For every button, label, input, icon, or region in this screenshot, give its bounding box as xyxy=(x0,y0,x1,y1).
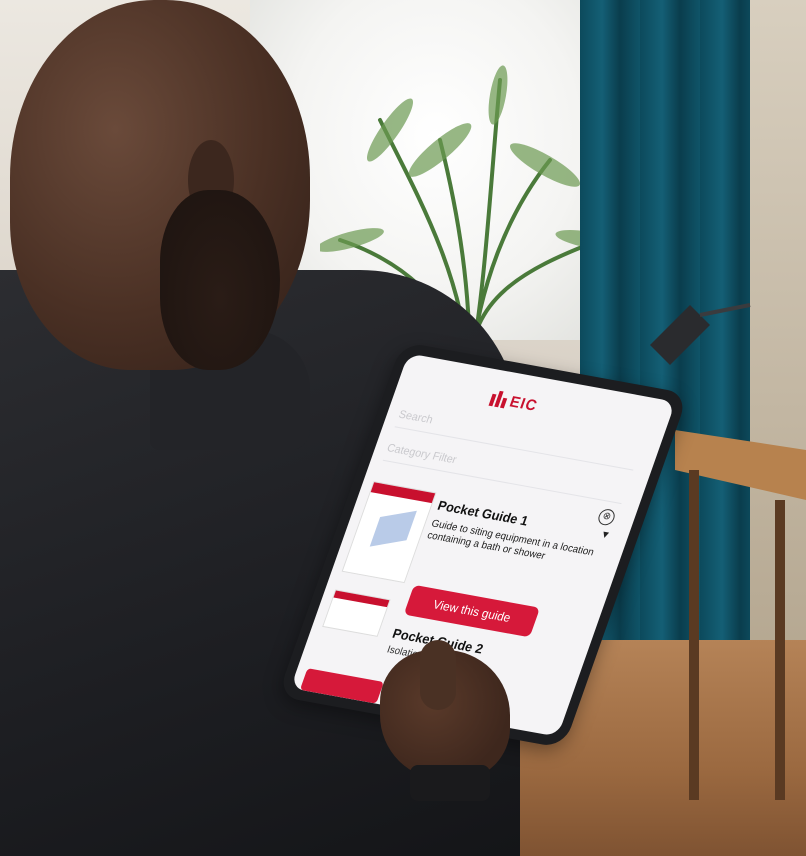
niceic-logo: EIC xyxy=(485,387,559,421)
wristwatch xyxy=(410,765,490,801)
wooden-table xyxy=(675,430,806,800)
thumbnail-header xyxy=(333,590,390,608)
pointing-finger xyxy=(420,640,456,710)
photo-scene: EIC Search Category Filter ⊗ Pocket Guid… xyxy=(0,0,806,856)
thumbnail-figure xyxy=(369,510,417,547)
thumbnail-header xyxy=(370,482,436,504)
partial-button[interactable] xyxy=(299,668,384,704)
person-beard xyxy=(160,190,280,370)
logo-text: EIC xyxy=(507,393,540,415)
close-icon[interactable]: ⊗ xyxy=(596,507,617,527)
guide-2-thumbnail[interactable] xyxy=(322,589,391,637)
desk-lamp xyxy=(650,303,751,365)
